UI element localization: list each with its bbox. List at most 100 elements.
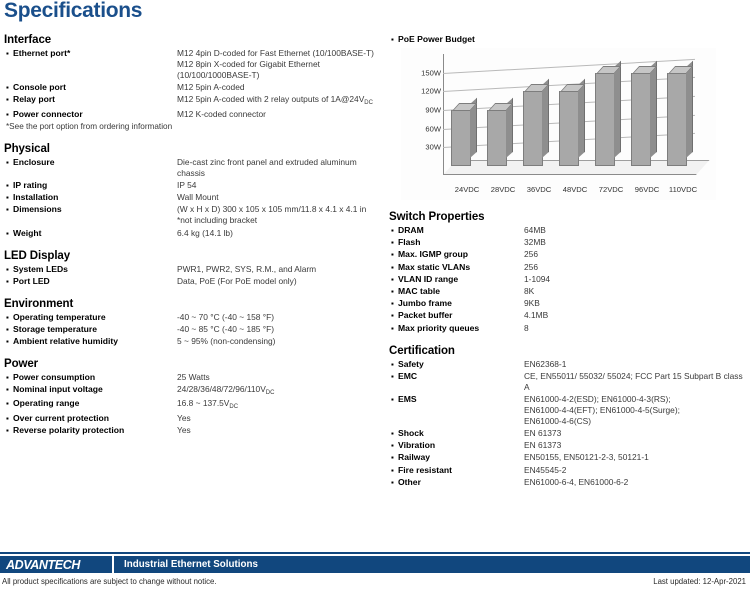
spec-value: -40 ~ 70 °C (-40 ~ 158 °F) [177, 311, 275, 322]
bullet-icon [389, 359, 398, 370]
subscript: DC [229, 403, 239, 410]
spec-value: Wall Mount [177, 192, 219, 203]
spec-row: Safety EN62368-1 [389, 359, 747, 370]
spec-label: Safety [398, 358, 424, 369]
bullet-icon [389, 310, 398, 321]
spec-label: MAC table [398, 285, 441, 296]
bullet-icon [389, 465, 398, 476]
bullet-icon [4, 180, 13, 191]
bullet-icon [4, 204, 13, 215]
subscript: DC [265, 389, 275, 396]
spec-label: Fire resistant [398, 464, 452, 475]
spec-row: Weight 6.4 kg (14.1 lb) [4, 228, 379, 239]
spec-value: IP 54 [177, 179, 197, 190]
spec-row: EMC CE, EN55011/ 55032/ 55024; FCC Part 1… [389, 371, 747, 393]
spec-value: 25 Watts [177, 372, 210, 383]
bullet-icon [389, 452, 398, 463]
spec-value: (W x H x D) 300 x 105 x 105 mm/11.8 x 4.… [177, 204, 367, 226]
spec-row: Reverse polarity protection Yes [4, 425, 379, 436]
bullet-icon [389, 274, 398, 285]
spec-label: Other [398, 476, 421, 487]
bullet-icon [4, 398, 13, 409]
spec-value: 8 [524, 322, 529, 333]
y-axis-tick: 120W [421, 86, 441, 96]
bullet-icon [389, 286, 398, 297]
spec-value: 24/28/36/48/72/96/110VDC [177, 384, 275, 396]
spec-label: VLAN ID range [398, 273, 459, 284]
section-heading: Switch Properties [389, 211, 485, 223]
spec-label: Operating temperature [13, 311, 106, 322]
bullet-icon [389, 249, 398, 260]
bar-72VDC [595, 60, 622, 166]
bullet-icon [4, 48, 13, 59]
logo-separator [112, 556, 114, 573]
spec-value: 16.8 ~ 137.5VDC [177, 398, 239, 410]
spec-label: Console port [13, 82, 66, 93]
x-axis-line [443, 174, 696, 175]
spec-value: 64MB [524, 225, 546, 235]
y-axis: 150W 120W 90W 60W 30W [401, 54, 441, 166]
spec-label: Shock [398, 428, 424, 439]
bullet-icon [4, 384, 13, 395]
spec-row: DRAM 64MB [389, 225, 747, 236]
spec-label: Max priority queues [398, 322, 480, 333]
spec-value: M12 K-coded connector [177, 108, 266, 119]
section-heading: Power [4, 358, 39, 371]
spec-label: EMC [398, 370, 418, 381]
x-axis: 24VDC 28VDC 36VDC 48VDC 72VDC 96VDC 110VDC [443, 182, 697, 194]
plot-area [443, 54, 695, 166]
bar-48VDC [559, 79, 586, 166]
spec-label: Relay port [13, 94, 56, 105]
spec-label: Max. IGMP group [398, 249, 469, 260]
advantech-logo: ADVANTECH [6, 557, 80, 572]
spec-value: M12 5pin A-coded [177, 82, 245, 93]
spec-value: M12 5pin A-coded with 2 relay outputs of… [177, 94, 373, 106]
bullet-icon [4, 336, 13, 347]
bar-36VDC [523, 79, 550, 166]
bar-28VDC [487, 97, 514, 166]
spec-row: Max static VLANs 256 [389, 262, 747, 273]
bullet-icon [4, 109, 13, 120]
x-axis-tick: 110VDC [668, 185, 698, 194]
bullet-icon [389, 477, 398, 488]
section-power: PowerPower consumption25 WattsNominal in… [4, 358, 379, 436]
spec-label: IP rating [13, 179, 48, 190]
spec-value: EN62368-1 [524, 358, 567, 369]
bullet-icon [389, 237, 398, 248]
spec-label: Storage temperature [13, 323, 98, 334]
spec-row: Ambient relative humidity 5 ~ 95% (non-co… [4, 336, 379, 347]
spec-row: Enclosure Die-cast zinc front panel and e… [4, 157, 379, 179]
section-environment: EnvironmentOperating temperature -40 ~ 70… [4, 298, 379, 347]
spec-label: Nominal input voltage [13, 384, 103, 395]
spec-row: Nominal input voltage 24/28/36/48/72/96/1… [4, 384, 379, 397]
bullet-icon [4, 413, 13, 424]
spec-label: Operating range [13, 398, 80, 409]
spec-row: Ethernet port* M12 4pin D-coded for Fast … [4, 48, 379, 81]
bar-side-face [578, 79, 585, 158]
y-axis-tick: 60W [425, 124, 441, 134]
spec-label: Ambient relative humidity [13, 336, 119, 347]
spec-value: 6.4 kg (14.1 lb) [177, 227, 233, 238]
spec-label: Port LED [13, 275, 50, 286]
spec-value: EN 61373 [524, 428, 562, 439]
spec-label: DRAM [398, 225, 424, 235]
spec-row: Storage temperature -40 ~ 85 °C (-40 ~ 18… [4, 324, 379, 335]
bullet-icon [4, 82, 13, 93]
section-physical: PhysicalEnclosure Die-cast zinc front pan… [4, 143, 379, 239]
right-column: PoE Power Budget 150W 120W 90W 60W 30W 24VDC28… [389, 34, 747, 499]
spec-value: EN50155, EN50121-2-3, 50121-1 [524, 452, 649, 463]
spec-row: Packet buffer 4.1MB [389, 310, 747, 321]
spec-row: MAC table 8K [389, 286, 747, 297]
spec-value: Data, PoE (For PoE model only) [177, 275, 297, 286]
spec-label: Jumbo frame [398, 298, 452, 309]
poe-power-budget-chart-section: PoE Power Budget 150W 120W 90W 60W 30W 24VDC28… [389, 34, 747, 200]
bullet-icon [4, 312, 13, 323]
spec-row: Operating temperature -40 ~ 70 °C (-40 ~ … [4, 312, 379, 323]
footer-last-updated: Last updated: 12-Apr-2021 [653, 577, 746, 586]
spec-value: 9KB [524, 298, 540, 309]
spec-row: Operating range 16.8 ~ 137.5VDC [4, 398, 379, 411]
bullet-icon [389, 323, 398, 334]
bullet-icon [4, 264, 13, 275]
spec-value: EN61000-6-4, EN61000-6-2 [524, 476, 629, 487]
spec-label: Power consumption [13, 372, 96, 383]
